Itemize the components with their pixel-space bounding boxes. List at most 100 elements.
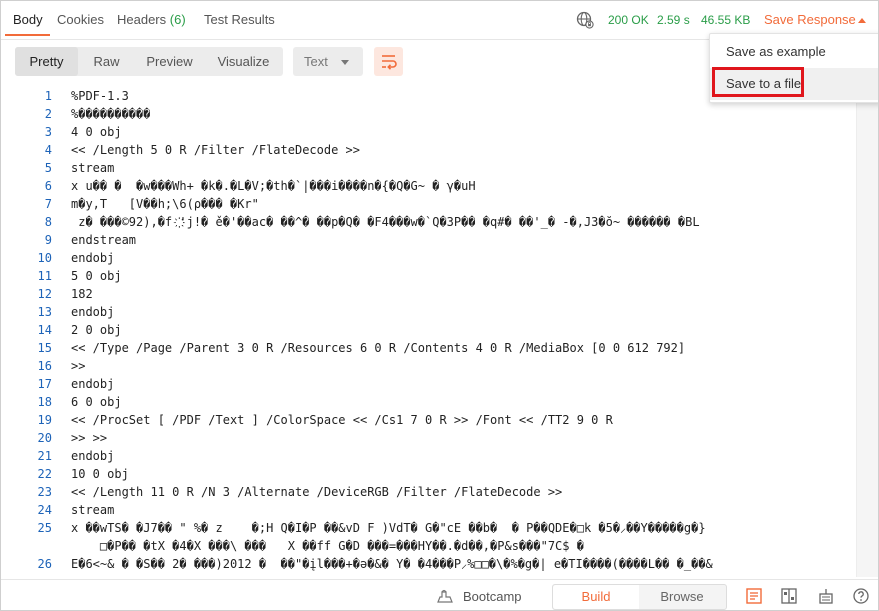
code-line: 16 >> [1, 357, 878, 375]
line-number: 23 [37, 485, 52, 499]
code-text: 4 0 obj [71, 125, 122, 139]
line-number: 19 [37, 413, 52, 427]
two-pane-view-icon[interactable] [780, 587, 798, 605]
code-text: stream [71, 161, 115, 175]
tab-body[interactable]: Body [13, 12, 43, 27]
code-line: 2 %���������� [1, 105, 878, 123]
response-panel: Body Cookies Headers (6) Test Results 20… [0, 0, 879, 611]
code-line: 19 << /ProcSet [ /PDF /Text ] /ColorSpace… [1, 411, 878, 429]
line-number: 14 [37, 323, 52, 337]
code-text: stream [71, 503, 115, 517]
line-number: 16 [37, 359, 52, 373]
line-number: 5 [44, 161, 52, 175]
globe-icon[interactable] [576, 11, 594, 29]
response-time: 2.59 s [657, 13, 690, 27]
line-number: 8 [44, 215, 52, 229]
find-replace-icon[interactable] [745, 587, 763, 605]
code-text: >> [71, 359, 86, 373]
pretty-button[interactable]: Pretty [15, 47, 78, 76]
bootcamp-label[interactable]: Bootcamp [463, 589, 522, 604]
line-number: 12 [37, 287, 52, 301]
line-number: 1 [44, 89, 52, 103]
raw-button[interactable]: Raw [78, 47, 135, 76]
code-text: >> >> [71, 431, 108, 445]
code-line: 18 6 0 obj [1, 393, 878, 411]
save-response-button[interactable]: Save Response [764, 12, 856, 27]
line-number: 7 [44, 197, 52, 211]
wrap-lines-icon [382, 55, 397, 70]
tab-headers-label: Headers [117, 12, 167, 27]
code-text: %���������� [71, 107, 151, 121]
visualize-button[interactable]: Visualize [204, 47, 283, 76]
code-line: 25 x ��wTS� �J7�� " %� z �;H Q�I�P ��&vD … [1, 519, 878, 555]
bootcamp-icon[interactable] [436, 588, 454, 604]
vertical-scrollbar[interactable] [856, 87, 878, 577]
line-number: 18 [37, 395, 52, 409]
code-line: 20 >> >> [1, 429, 878, 447]
browse-button[interactable]: Browse [639, 585, 725, 609]
code-text: endobj [71, 251, 115, 265]
code-text: 5 0 obj [71, 269, 122, 283]
code-line: 3 4 0 obj [1, 123, 878, 141]
line-number: 4 [44, 143, 52, 157]
code-line: 12 182 [1, 285, 878, 303]
code-text: 6 0 obj [71, 395, 122, 409]
code-text: m�y,T [V��h;\6(ρ��� �Kr" [71, 197, 259, 211]
active-tab-indicator [5, 34, 50, 36]
code-text: 10 0 obj [71, 467, 129, 481]
build-browse-toggle: Build Browse [552, 584, 727, 610]
line-number: 26 [37, 557, 52, 571]
code-line: 17 endobj [1, 375, 878, 393]
code-line: 22 10 0 obj [1, 465, 878, 483]
build-button[interactable]: Build [553, 585, 639, 609]
code-line: 8 z� ���©92),�f ҉'j!� ě�'��ac� ��^� ��p�… [1, 213, 878, 231]
code-line: 6 x u�� � �w���Wh+ �k�.�L�V;�th�`|���i���… [1, 177, 878, 195]
headers-count-badge: (6) [169, 12, 186, 27]
line-number: 21 [37, 449, 52, 463]
line-number: 22 [37, 467, 52, 481]
preview-button[interactable]: Preview [135, 47, 204, 76]
code-text: 182 [71, 287, 93, 301]
line-number: 13 [37, 305, 52, 319]
code-line: 21 endobj [1, 447, 878, 465]
code-text: 2 0 obj [71, 323, 122, 337]
line-number: 20 [37, 431, 52, 445]
code-line: 9 endstream [1, 231, 878, 249]
line-number: 25 [37, 521, 52, 535]
line-number: 11 [37, 269, 52, 283]
code-text: endobj [71, 377, 115, 391]
keyboard-shortcuts-icon[interactable] [817, 587, 835, 605]
code-line: 5 stream [1, 159, 878, 177]
code-line: 24 stream [1, 501, 878, 519]
tab-cookies[interactable]: Cookies [57, 12, 104, 27]
line-number: 15 [37, 341, 52, 355]
code-line: 13 endobj [1, 303, 878, 321]
line-number: 3 [44, 125, 52, 139]
code-line: 23 << /Length 11 0 R /N 3 /Alternate /Dev… [1, 483, 878, 501]
highlight-box [712, 67, 804, 97]
code-text: << /Length 11 0 R /N 3 /Alternate /Devic… [71, 485, 563, 499]
code-line: 15 << /Type /Page /Parent 3 0 R /Resource… [1, 339, 878, 357]
code-line: 14 2 0 obj [1, 321, 878, 339]
code-line: 10 endobj [1, 249, 878, 267]
format-dropdown[interactable]: Text [293, 47, 363, 76]
response-body-viewer[interactable]: 1 %PDF-1.3 2 %���������� 3 4 0 obj 4 << /Length… [1, 87, 878, 577]
tab-headers[interactable]: Headers (6) [117, 12, 186, 27]
code-line: 26 E�6<~& � �S�� 2� ���)2012 � ��"�įl���+… [1, 555, 878, 573]
code-text: x u�� � �w���Wh+ �k�.�L�V;�th�`|���i����… [71, 179, 476, 193]
format-dropdown-value: Text [304, 54, 328, 69]
caret-up-icon[interactable] [858, 18, 866, 23]
code-text: << /Type /Page /Parent 3 0 R /Resources … [71, 341, 686, 355]
code-text: z� ���©92),�f ҉'j!� ě�'��ac� ��^� ��p�Q�… [71, 215, 700, 229]
save-as-example-item[interactable]: Save as example [710, 36, 878, 68]
code-text: E�6<~& � �S�� 2� ���)2012 � ��"�įl���+�ə… [71, 557, 713, 571]
tab-test-results[interactable]: Test Results [204, 12, 275, 27]
status-bar: Bootcamp Build Browse [1, 579, 878, 610]
code-text: endstream [71, 233, 137, 247]
code-line: 4 << /Length 5 0 R /Filter /FlateDecode >… [1, 141, 878, 159]
status-code: 200 OK [608, 13, 649, 27]
code-text: endobj [71, 449, 115, 463]
wrap-lines-button[interactable] [374, 47, 403, 76]
help-icon[interactable] [852, 587, 870, 605]
code-line: 11 5 0 obj [1, 267, 878, 285]
